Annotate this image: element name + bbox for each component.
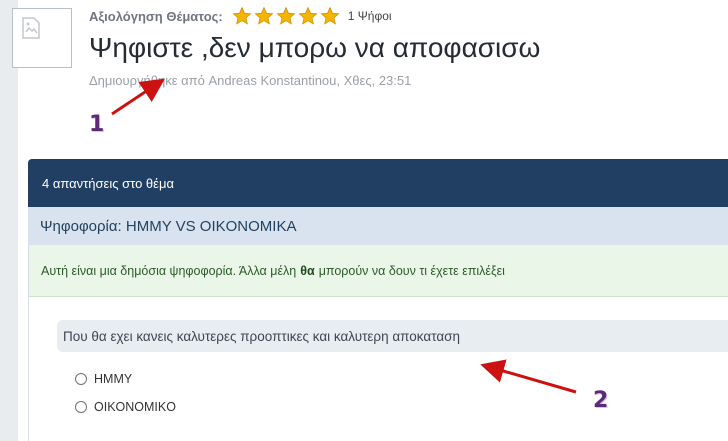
poll-option-oikonomiko[interactable]: OIKONOMIKO	[75, 400, 176, 414]
poll-option-label: HMMY	[94, 372, 133, 386]
topic-author-avatar[interactable]	[12, 8, 72, 68]
votes-count: 1 Ψήφοι	[347, 9, 392, 23]
poll-question: Που θα εχει κανεις καλυτερες προοπτικες …	[57, 320, 728, 352]
notice-text-after: μπορούν να δουν τι έχετε επιλέξει	[318, 263, 505, 278]
public-poll-notice: Αυτή είναι μια δημόσια ψηφοφορία. Άλλα μ…	[29, 245, 728, 297]
topic-timestamp: , Χθες, 23:51	[336, 73, 412, 88]
radio-button[interactable]	[75, 373, 87, 385]
page-title: Ψηφιστε ,δεν μπορω να αποφασισω	[89, 32, 541, 63]
byline-prefix: Δημιουργήθηκε από	[89, 73, 205, 88]
author-link[interactable]: Andreas Konstantinou	[208, 73, 336, 88]
poll-option-hmmy[interactable]: HMMY	[75, 372, 132, 386]
star-icon[interactable]	[254, 6, 274, 26]
notice-text-before: Αυτή είναι μια δημόσια ψηφοφορία. Άλλα μ…	[41, 263, 297, 278]
star-icon[interactable]	[320, 6, 340, 26]
notice-text-bold: θα	[300, 263, 315, 278]
rating-stars[interactable]	[232, 6, 340, 26]
rating-label: Αξιολόγηση Θέματος:	[89, 8, 223, 24]
topic-rating: Αξιολόγηση Θέματος: 1 Ψήφοι	[89, 5, 392, 27]
poll-question-text: Που θα εχει κανεις καλυτερες προοπτικες …	[63, 328, 460, 344]
annotation-badge-2: 2	[593, 388, 609, 413]
poll-title: Ψηφοφορία: HMMY VS OIKONOMIKA	[40, 217, 297, 235]
replies-count-bar: 4 απαντήσεις στο θέμα	[28, 159, 728, 207]
poll-title-bar: Ψηφοφορία: HMMY VS OIKONOMIKA	[28, 207, 728, 245]
star-icon[interactable]	[232, 6, 252, 26]
topic-byline: Δημιουργήθηκε από Andreas Konstantinou, …	[89, 73, 411, 88]
annotation-badge-1: 1	[89, 112, 105, 137]
radio-button[interactable]	[75, 401, 87, 413]
star-icon[interactable]	[298, 6, 318, 26]
poll-body: Αυτή είναι μια δημόσια ψηφοφορία. Άλλα μ…	[28, 245, 728, 441]
star-icon[interactable]	[276, 6, 296, 26]
replies-count: 4 απαντήσεις στο θέμα	[42, 175, 174, 191]
broken-image-icon	[22, 17, 40, 39]
poll-option-label: OIKONOMIKO	[94, 400, 176, 414]
